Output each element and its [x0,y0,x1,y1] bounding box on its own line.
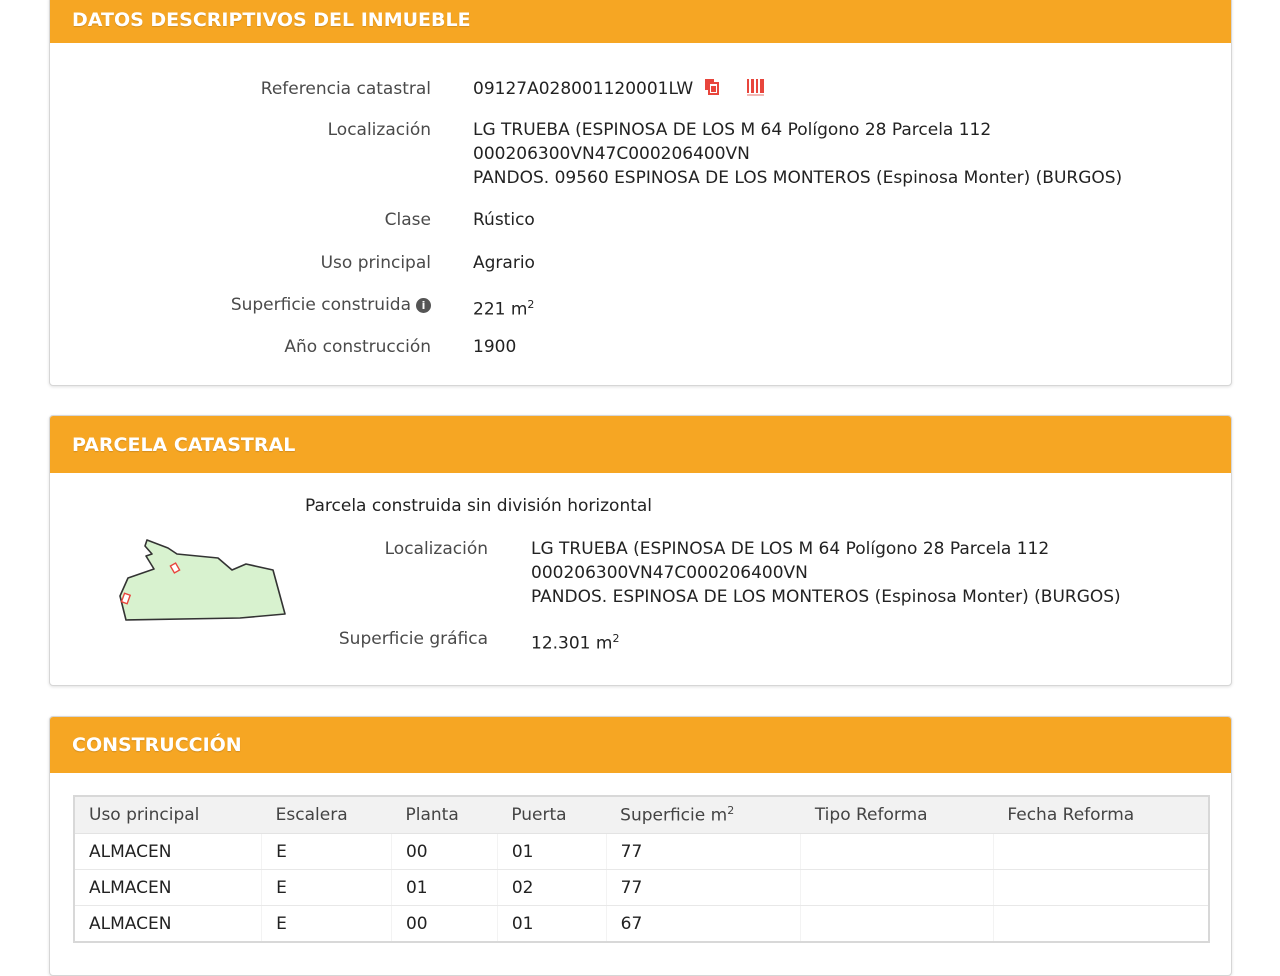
cell-fecha-reforma [993,905,1210,942]
anio-construccion-label: Año construcción [284,337,431,357]
parcela-localizacion-line2: 000206300VN47C000206400VN [531,563,808,583]
cell-superficie: 67 [606,905,802,942]
parcela-localizacion-label: Localización [384,539,488,559]
cell-escalera: E [261,869,392,906]
superficie-construida-exp: 2 [527,298,535,311]
localizacion-line1: LG TRUEBA (ESPINOSA DE LOS M 64 Polígono… [473,120,992,140]
cell-uso: ALMACEN [74,869,263,906]
cell-planta: 00 [391,833,498,870]
superficie-grafica-exp: 2 [612,632,620,645]
col-superficie-exp: 2 [727,804,735,818]
cell-puerta: 02 [497,869,607,906]
localizacion-label: Localización [327,120,431,140]
construccion-table: Uso principal Escalera Planta Puerta Sup… [73,795,1210,943]
cell-tipo-reforma [800,833,994,870]
col-superficie-text: Superficie m [620,805,728,826]
datos-descriptivos-header: DATOS DESCRIPTIVOS DEL INMUEBLE [50,0,1231,43]
superficie-grafica-value: 12.301 m2 [531,627,619,656]
cell-escalera: E [261,833,392,870]
cell-planta: 01 [391,869,498,906]
parcela-localizacion-line3: PANDOS. ESPINOSA DE LOS MONTEROS (Espino… [531,587,1121,607]
superficie-grafica-number: 12.301 m [531,633,613,654]
construccion-title: CONSTRUCCIÓN [72,734,242,756]
anio-construccion-value: 1900 [473,337,517,357]
col-uso-principal: Uso principal [74,796,262,834]
cell-fecha-reforma [993,833,1210,870]
parcela-catastral-header: PARCELA CATASTRAL [50,416,1231,473]
barcode-icon[interactable] [746,78,766,103]
localizacion-line3: PANDOS. 09560 ESPINOSA DE LOS MONTEROS (… [473,168,1123,188]
table-row: ALMACEN E 00 01 77 [74,833,1210,870]
cell-superficie: 77 [606,833,802,870]
superficie-construida-label: Superficie construida i [50,293,431,317]
uso-principal-label: Uso principal [320,253,431,273]
cell-tipo-reforma [800,905,994,942]
col-escalera: Escalera [261,796,392,834]
copy-icon[interactable] [703,78,721,103]
col-puerta: Puerta [497,796,607,834]
superficie-construida-text: Superficie construida [230,295,411,315]
clase-value: Rústico [473,210,535,230]
col-tipo-reforma: Tipo Reforma [800,796,994,834]
col-fecha-reforma: Fecha Reforma [993,796,1209,834]
cell-tipo-reforma [800,869,994,906]
col-superficie: Superficie m2 [606,796,801,834]
parcela-catastral-panel: PARCELA CATASTRAL Parcela construida sin… [49,415,1232,686]
table-header-row: Uso principal Escalera Planta Puerta Sup… [74,796,1209,834]
info-icon[interactable]: i [416,298,431,313]
superficie-construida-number: 221 m [473,299,528,320]
construccion-header: CONSTRUCCIÓN [50,717,1231,773]
referencia-value: 09127A028001120001LW [473,77,766,103]
cell-planta: 00 [391,905,498,942]
cell-uso: ALMACEN [74,833,263,870]
cell-uso: ALMACEN [74,905,263,942]
cell-superficie: 77 [606,869,802,906]
referencia-text[interactable]: 09127A028001120001LW [473,79,693,99]
cell-puerta: 01 [497,905,607,942]
referencia-label: Referencia catastral [260,79,431,99]
datos-descriptivos-panel: DATOS DESCRIPTIVOS DEL INMUEBLE Referenc… [49,0,1232,386]
superficie-grafica-label: Superficie gráfica [338,629,488,649]
parcela-localizacion-line1: LG TRUEBA (ESPINOSA DE LOS M 64 Polígono… [531,539,1050,559]
datos-descriptivos-title: DATOS DESCRIPTIVOS DEL INMUEBLE [72,9,471,31]
parcela-subtitle: Parcela construida sin división horizont… [305,496,653,516]
clase-label: Clase [384,210,431,230]
cell-escalera: E [261,905,392,942]
parcela-catastral-title: PARCELA CATASTRAL [72,433,296,456]
table-row: ALMACEN E 00 01 67 [74,905,1210,942]
table-row: ALMACEN E 01 02 77 [74,869,1210,906]
cell-fecha-reforma [993,869,1210,906]
construccion-panel: CONSTRUCCIÓN Uso principal Escalera Plan… [49,716,1232,976]
col-planta: Planta [391,796,498,834]
uso-principal-value: Agrario [473,253,535,273]
cell-puerta: 01 [497,833,607,870]
superficie-construida-value: 221 m2 [473,293,534,322]
localizacion-line2: 000206300VN47C000206400VN [473,144,750,164]
